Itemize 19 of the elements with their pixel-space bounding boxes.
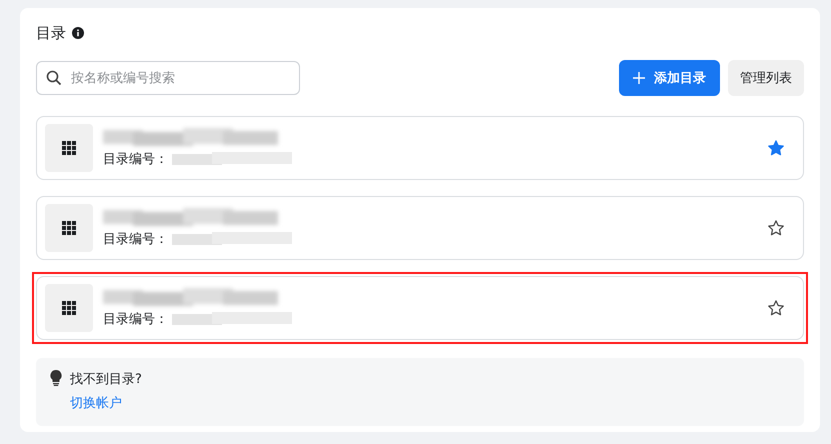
grid-icon <box>62 301 76 315</box>
star-icon <box>767 299 785 317</box>
plus-icon <box>633 72 645 84</box>
star-icon <box>767 139 785 157</box>
switch-account-link[interactable]: 切换帐户 <box>70 394 142 412</box>
panel-title: 目录 <box>36 24 66 42</box>
manage-list-button[interactable]: 管理列表 <box>728 60 804 96</box>
search-field[interactable]: 按名称或编号搜索 <box>36 61 300 95</box>
catalog-id-label: 目录编号： <box>103 231 168 248</box>
catalog-id-label: 目录编号： <box>103 311 168 328</box>
grid-icon <box>62 141 76 155</box>
catalog-item[interactable]: 目录编号： <box>32 272 808 344</box>
info-icon[interactable] <box>72 27 84 39</box>
grid-icon <box>62 221 76 235</box>
lightbulb-icon <box>50 370 62 386</box>
catalog-id-label: 目录编号： <box>103 151 168 168</box>
help-text: 找不到目录? <box>70 371 142 388</box>
star-icon <box>767 219 785 237</box>
add-catalog-button[interactable]: 添加目录 <box>619 60 720 96</box>
